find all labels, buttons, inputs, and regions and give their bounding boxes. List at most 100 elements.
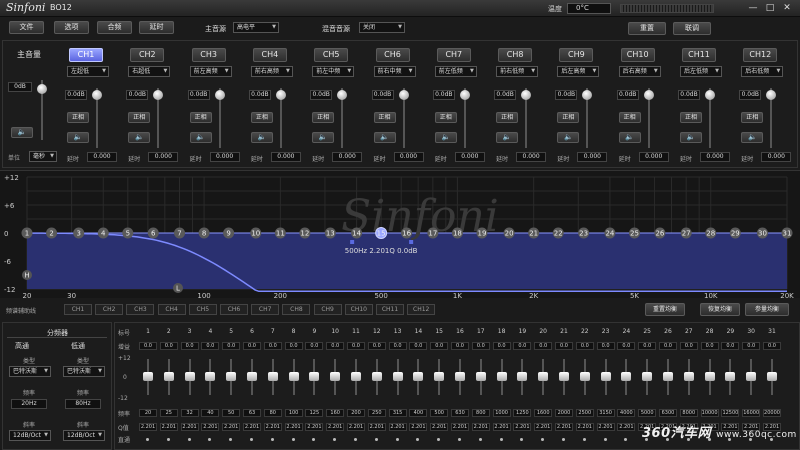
- slider-knob[interactable]: [538, 372, 549, 381]
- channel-delay-input[interactable]: 0.000: [700, 152, 730, 162]
- channel-position-select[interactable]: 后右高频: [618, 66, 661, 77]
- eq-band-freq-value[interactable]: 2000: [555, 409, 573, 417]
- eq-band-gain-value[interactable]: 0.0: [409, 342, 428, 350]
- slider-knob[interactable]: [725, 372, 736, 381]
- spectrum-channel-toggle[interactable]: CH6: [220, 304, 248, 315]
- slider-knob[interactable]: [398, 90, 409, 100]
- eq-band-freq-value[interactable]: 20: [139, 409, 157, 417]
- slider-knob[interactable]: [434, 372, 445, 381]
- spectrum-channel-toggle[interactable]: CH1: [64, 304, 92, 315]
- eq-band-bypass-indicator[interactable]: [582, 438, 586, 441]
- eq-band-slider[interactable]: [475, 359, 486, 395]
- channel-position-select[interactable]: 左超低: [67, 66, 109, 77]
- channel-position-select[interactable]: 前右中频: [373, 66, 416, 77]
- eq-band-bypass-indicator[interactable]: [478, 438, 482, 441]
- hp-type-select[interactable]: 巴特沃斯: [9, 366, 51, 377]
- channel-select-button[interactable]: CH10: [620, 48, 655, 62]
- eq-band-q-value[interactable]: 2.201: [222, 423, 241, 431]
- eq-band-freq-value[interactable]: 125: [305, 409, 324, 417]
- slider-knob[interactable]: [767, 372, 777, 381]
- eq-graph-canvas[interactable]: Sinfoni +12 +6 0 -6 -12 20 30 100 200 500 1K 2K 5K 10K…: [0, 171, 800, 299]
- eq-band-gain-value[interactable]: 0.0: [243, 342, 261, 350]
- eq-band-freq-value[interactable]: 20000: [763, 409, 781, 417]
- eq-response-graph[interactable]: Sinfoni +12 +6 0 -6 -12 20 30 100 200 500 1K 2K 5K 10K…: [0, 170, 800, 299]
- eq-band-bypass-indicator[interactable]: [603, 438, 607, 441]
- slider-knob[interactable]: [309, 372, 320, 381]
- eq-band-slider[interactable]: [538, 359, 549, 395]
- channel-select-button[interactable]: CH4: [252, 48, 287, 62]
- slider-knob[interactable]: [705, 90, 715, 100]
- spectrum-channel-toggle[interactable]: CH9: [313, 304, 342, 315]
- slider-knob[interactable]: [621, 372, 632, 381]
- eq-band-gain-value[interactable]: 0.0: [305, 342, 324, 350]
- eq-band-q-value[interactable]: 2.201: [534, 423, 553, 431]
- slider-knob[interactable]: [330, 372, 341, 381]
- file-button[interactable]: 文件: [9, 21, 44, 34]
- slider-knob[interactable]: [143, 372, 153, 381]
- slider-knob[interactable]: [392, 372, 403, 381]
- eq-band-slider[interactable]: [559, 359, 569, 395]
- options-button[interactable]: 选项: [54, 21, 89, 34]
- channel-mute-button[interactable]: 🔈: [189, 132, 212, 143]
- parametric-eq-button[interactable]: 参量均衡: [745, 303, 789, 316]
- eq-band-gain-value[interactable]: 0.0: [326, 342, 345, 350]
- eq-band-gain-value[interactable]: 0.0: [596, 342, 615, 350]
- eq-band-q-value[interactable]: 2.201: [596, 423, 615, 431]
- channel-delay-input[interactable]: 0.000: [148, 152, 179, 162]
- channel-position-select[interactable]: 后左高频: [557, 66, 600, 77]
- eq-band-bypass-indicator[interactable]: [166, 438, 170, 441]
- eq-band-q-value[interactable]: 2.201: [575, 423, 594, 431]
- slider-knob[interactable]: [521, 90, 532, 100]
- channel-mute-button[interactable]: 🔈: [373, 132, 396, 143]
- channel-select-button[interactable]: CH9: [559, 48, 594, 62]
- eq-band-q-value[interactable]: 2.201: [347, 423, 365, 431]
- channel-phase-button[interactable]: 正相: [557, 112, 580, 123]
- channel-mute-button[interactable]: 🔈: [67, 132, 89, 143]
- eq-band-gain-value[interactable]: 0.0: [700, 342, 719, 350]
- slider-knob[interactable]: [92, 90, 102, 100]
- link-button[interactable]: 联调: [673, 22, 711, 35]
- eq-band-freq-value[interactable]: 800: [471, 409, 490, 417]
- eq-band-bypass-indicator[interactable]: [354, 438, 357, 441]
- channel-phase-button[interactable]: 正相: [434, 112, 457, 123]
- presets-button[interactable]: 合频: [97, 21, 132, 34]
- eq-band-gain-value[interactable]: 0.0: [575, 342, 594, 350]
- eq-band-gain-value[interactable]: 0.0: [742, 342, 761, 350]
- slider-knob[interactable]: [475, 372, 486, 381]
- eq-band-gain-value[interactable]: 0.0: [139, 342, 157, 350]
- spectrum-channel-toggle[interactable]: CH8: [282, 304, 311, 315]
- eq-band-gain-value[interactable]: 0.0: [388, 342, 407, 350]
- slider-knob[interactable]: [413, 372, 424, 381]
- eq-band-slider[interactable]: [267, 359, 278, 395]
- eq-band-slider[interactable]: [288, 359, 299, 395]
- eq-band-bypass-indicator[interactable]: [208, 438, 212, 441]
- master-volume-slider[interactable]: [37, 80, 47, 140]
- slider-knob[interactable]: [371, 372, 382, 381]
- selected-band-handle[interactable]: [350, 240, 355, 244]
- channel-mute-button[interactable]: 🔈: [741, 132, 764, 143]
- eq-band-q-value[interactable]: 2.201: [451, 423, 469, 431]
- channel-gain-slider[interactable]: [521, 88, 532, 148]
- eq-band-q-value[interactable]: 2.201: [617, 423, 636, 431]
- eq-band-q-value[interactable]: 2.201: [263, 423, 282, 431]
- eq-band-bypass-indicator[interactable]: [541, 438, 545, 441]
- eq-band-slider[interactable]: [621, 359, 632, 395]
- eq-band-bypass-indicator[interactable]: [229, 438, 233, 441]
- eq-band-freq-value[interactable]: 1000: [492, 409, 511, 417]
- channel-phase-button[interactable]: 正相: [373, 112, 396, 123]
- eq-band-q-value[interactable]: 2.201: [201, 423, 220, 431]
- channel-select-button[interactable]: CH3: [191, 48, 226, 62]
- eq-band-freq-value[interactable]: 40: [201, 409, 220, 417]
- eq-band-q-value[interactable]: 2.201: [326, 423, 345, 431]
- channel-delay-input[interactable]: 0.000: [454, 152, 485, 162]
- eq-band-q-value[interactable]: 2.201: [305, 423, 324, 431]
- main-source-select[interactable]: 高电平: [233, 22, 279, 33]
- eq-band-slider[interactable]: [725, 359, 736, 395]
- spectrum-channel-toggle[interactable]: CH5: [188, 304, 217, 315]
- channel-mute-button[interactable]: 🔈: [434, 132, 457, 143]
- channel-mute-button[interactable]: 🔈: [312, 132, 335, 143]
- channel-delay-input[interactable]: 0.000: [270, 152, 301, 162]
- eq-band-slider[interactable]: [392, 359, 403, 395]
- channel-delay-input[interactable]: 0.000: [87, 152, 117, 162]
- channel-mute-button[interactable]: 🔈: [557, 132, 580, 143]
